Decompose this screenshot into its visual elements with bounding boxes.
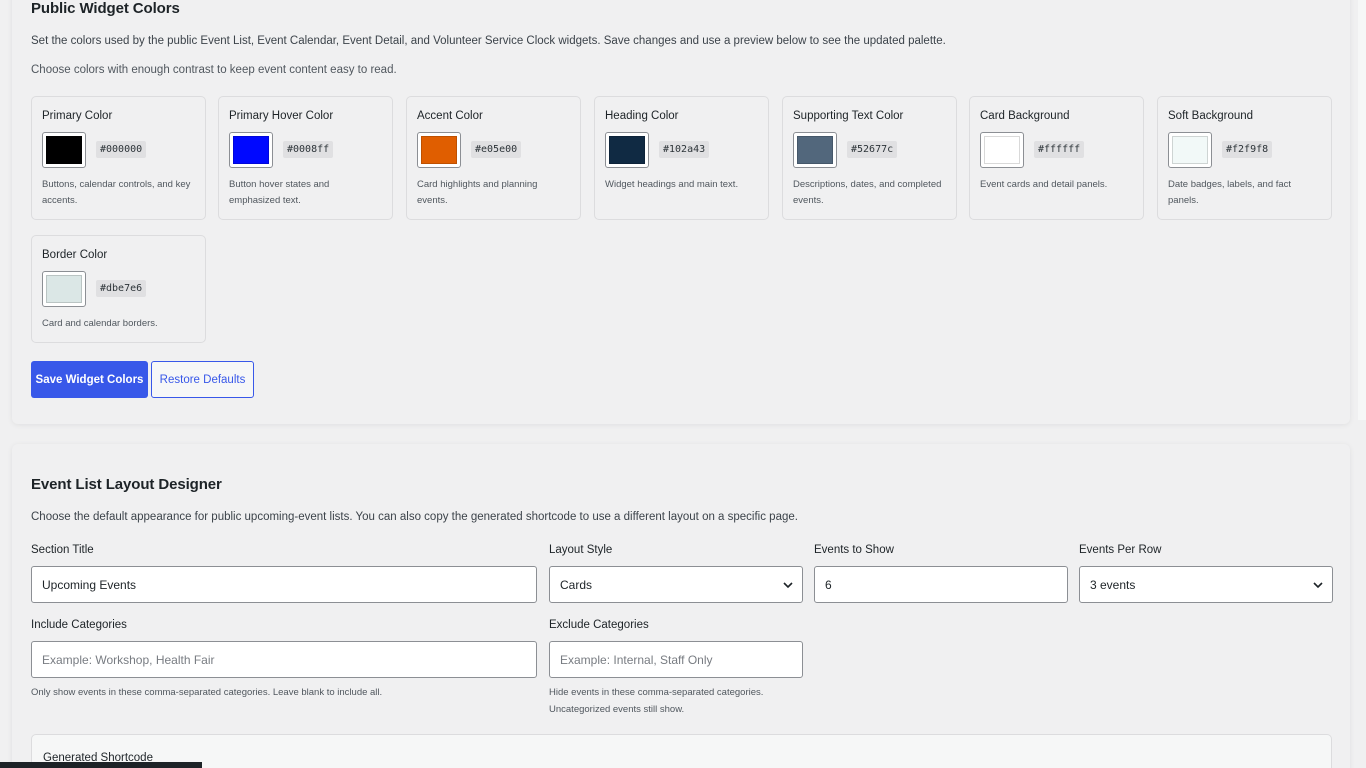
swatch-hex-value: #dbe7e6 bbox=[96, 280, 147, 297]
section-title-input[interactable] bbox=[31, 566, 537, 603]
layout-section-title: Event List Layout Designer bbox=[31, 476, 222, 493]
save-widget-colors-button[interactable]: Save Widget Colors bbox=[31, 361, 148, 398]
swatch-card-heading: Heading Color #102a43 Widget headings an… bbox=[594, 96, 769, 220]
events-to-show-input[interactable] bbox=[814, 566, 1068, 603]
swatch-hex-value: #f2f9f8 bbox=[1222, 141, 1273, 158]
layout-designer-panel: Event List Layout Designer Choose the de… bbox=[12, 444, 1350, 768]
swatch-label: Border Color bbox=[42, 249, 108, 261]
swatch-label: Supporting Text Color bbox=[793, 110, 904, 122]
color-preview bbox=[46, 275, 82, 303]
layout-style-value: Cards bbox=[560, 578, 593, 592]
color-preview bbox=[46, 136, 82, 164]
color-preview bbox=[797, 136, 833, 164]
exclude-categories-hint: Hide events in these comma-separated cat… bbox=[549, 687, 764, 715]
events-per-row-select[interactable]: 3 events bbox=[1079, 566, 1333, 603]
color-preview bbox=[1172, 136, 1208, 164]
color-preview bbox=[233, 136, 269, 164]
scrollbar[interactable] bbox=[1358, 0, 1366, 420]
swatch-label: Primary Hover Color bbox=[229, 110, 334, 122]
swatch-label: Card Background bbox=[980, 110, 1070, 122]
swatch-hex-value: #ffffff bbox=[1034, 141, 1085, 158]
color-picker-button[interactable] bbox=[980, 132, 1024, 168]
layout-style-label: Layout Style bbox=[549, 544, 613, 556]
events-per-row-label: Events Per Row bbox=[1079, 544, 1162, 556]
events-to-show-label: Events to Show bbox=[814, 544, 894, 556]
swatch-card-supporting-text: Supporting Text Color #52677c Descriptio… bbox=[782, 96, 957, 220]
include-categories-input[interactable] bbox=[31, 641, 537, 678]
include-categories-label: Include Categories bbox=[31, 619, 127, 631]
generated-shortcode-box: Generated Shortcode bbox=[31, 734, 1332, 768]
layout-section-description: Choose the default appearance for public… bbox=[31, 511, 798, 523]
swatch-help-text: Button hover states and emphasized text. bbox=[229, 179, 330, 206]
swatch-help-text: Buttons, calendar controls, and key acce… bbox=[42, 179, 191, 206]
widget-colors-panel: Public Widget Colors Set the colors used… bbox=[12, 0, 1350, 424]
taskbar-edge bbox=[0, 762, 202, 768]
restore-defaults-button[interactable]: Restore Defaults bbox=[151, 361, 254, 398]
exclude-categories-label: Exclude Categories bbox=[549, 619, 649, 631]
color-picker-button[interactable] bbox=[793, 132, 837, 168]
swatch-card-border: Border Color #dbe7e6 Card and calendar b… bbox=[31, 235, 206, 343]
swatch-card-accent: Accent Color #e05e00 Card highlights and… bbox=[406, 96, 581, 220]
swatch-label: Primary Color bbox=[42, 110, 113, 122]
swatch-hex-value: #102a43 bbox=[659, 141, 710, 158]
swatch-label: Heading Color bbox=[605, 110, 679, 122]
swatch-help-text: Event cards and detail panels. bbox=[980, 179, 1108, 190]
colors-section-description: Set the colors used by the public Event … bbox=[31, 35, 946, 47]
section-title-label: Section Title bbox=[31, 544, 94, 556]
swatch-help-text: Card and calendar borders. bbox=[42, 318, 158, 329]
color-picker-button[interactable] bbox=[605, 132, 649, 168]
swatch-help-text: Descriptions, dates, and completed event… bbox=[793, 179, 942, 206]
swatch-card-primary-hover: Primary Hover Color #0008ff Button hover… bbox=[218, 96, 393, 220]
swatch-help-text: Widget headings and main text. bbox=[605, 179, 739, 190]
color-preview bbox=[421, 136, 457, 164]
swatch-help-text: Date badges, labels, and fact panels. bbox=[1168, 179, 1292, 206]
color-picker-button[interactable] bbox=[417, 132, 461, 168]
chevron-down-icon bbox=[1313, 582, 1323, 589]
swatch-help-text: Card highlights and planning events. bbox=[417, 179, 538, 206]
swatch-label: Accent Color bbox=[417, 110, 483, 122]
color-picker-button[interactable] bbox=[229, 132, 273, 168]
swatch-card-card-background: Card Background #ffffff Event cards and … bbox=[969, 96, 1144, 220]
contrast-note: Choose colors with enough contrast to ke… bbox=[31, 64, 397, 76]
swatch-hex-value: #e05e00 bbox=[471, 141, 522, 158]
chevron-down-icon bbox=[783, 582, 793, 589]
include-categories-hint: Only show events in these comma-separate… bbox=[31, 687, 383, 698]
swatch-card-primary: Primary Color #000000 Buttons, calendar … bbox=[31, 96, 206, 220]
layout-style-select[interactable]: Cards bbox=[549, 566, 803, 603]
color-picker-button[interactable] bbox=[1168, 132, 1212, 168]
color-preview bbox=[984, 136, 1020, 164]
swatch-card-soft-background: Soft Background #f2f9f8 Date badges, lab… bbox=[1157, 96, 1332, 220]
exclude-categories-input[interactable] bbox=[549, 641, 803, 678]
color-picker-button[interactable] bbox=[42, 132, 86, 168]
swatch-hex-value: #000000 bbox=[96, 141, 147, 158]
swatch-hex-value: #0008ff bbox=[283, 141, 334, 158]
swatch-label: Soft Background bbox=[1168, 110, 1254, 122]
color-preview bbox=[609, 136, 645, 164]
colors-section-title: Public Widget Colors bbox=[31, 0, 180, 17]
swatch-hex-value: #52677c bbox=[847, 141, 898, 158]
color-picker-button[interactable] bbox=[42, 271, 86, 307]
events-per-row-value: 3 events bbox=[1090, 578, 1136, 592]
